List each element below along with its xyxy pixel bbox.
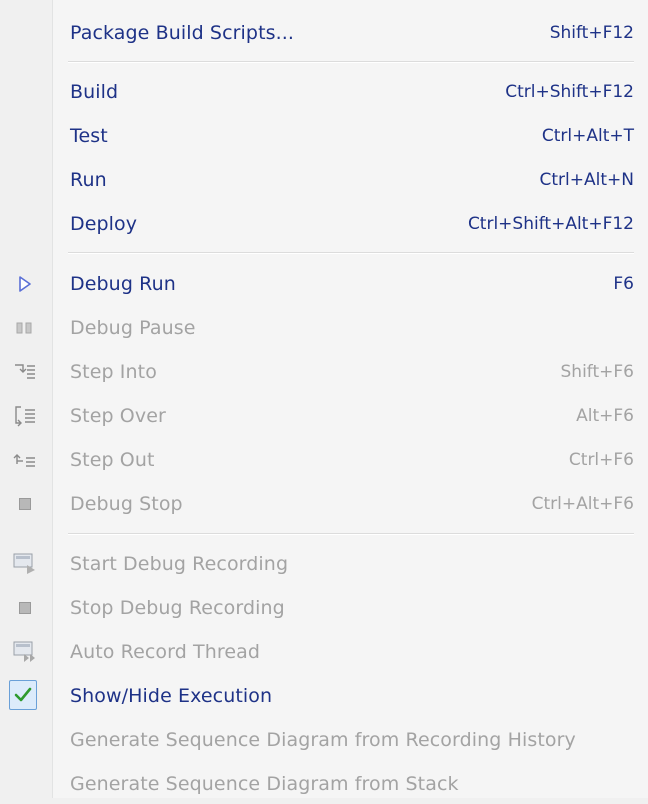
checkmark-box [9,679,37,710]
menu-item-shortcut: Ctrl+Shift+Alt+F12 [467,214,634,234]
menu-item-label: Show/Hide Execution [70,685,273,707]
menu-item-build[interactable]: Build Ctrl+Shift+F12 [0,72,648,112]
menu-separator [68,533,634,535]
stop-icon [13,492,37,516]
menu-item-label: Step Over [70,405,166,427]
menu-separator [68,252,634,254]
menu-item-show-hide-execution[interactable]: Show/Hide Execution [0,676,648,716]
menu-item-shortcut: Ctrl+Shift+F12 [505,82,634,102]
menu-item-label: Generate Sequence Diagram from Recording… [70,729,576,751]
menu-item-debug-pause[interactable]: Debug Pause [0,308,648,348]
menu-item-label: Debug Stop [70,493,183,515]
checkmark-icon [9,679,37,710]
menu-item-shortcut: Alt+F6 [576,406,634,426]
menu-item-label: Generate Sequence Diagram from Stack [70,773,459,795]
menu-item-label: Debug Run [70,273,176,295]
menu-item-start-debug-recording[interactable]: Start Debug Recording [0,544,648,584]
menu-item-test[interactable]: Test Ctrl+Alt+T [0,116,648,156]
menu-item-label: Debug Pause [70,317,196,339]
menu-item-label: Start Debug Recording [70,553,289,575]
step-out-icon [13,448,37,472]
menu-item-run[interactable]: Run Ctrl+Alt+N [0,160,648,200]
menu-item-label: Stop Debug Recording [70,597,285,619]
menu-item-step-out[interactable]: Step Out Ctrl+F6 [0,440,648,480]
menu-item-debug-run[interactable]: Debug Run F6 [0,264,648,304]
menu-item-generate-sequence-diagram-recording-history[interactable]: Generate Sequence Diagram from Recording… [0,720,648,760]
menu-item-shortcut: Ctrl+F6 [568,450,634,470]
menu-item-label: Package Build Scripts... [70,22,295,44]
menu-item-generate-sequence-diagram-stack[interactable]: Generate Sequence Diagram from Stack [0,764,648,804]
menu-item-label: Run [70,169,107,191]
menu-item-label: Deploy [70,213,138,235]
menu-item-shortcut: Ctrl+Alt+F6 [531,494,634,514]
menu-item-deploy[interactable]: Deploy Ctrl+Shift+Alt+F12 [0,204,648,244]
menu-item-debug-stop[interactable]: Debug Stop Ctrl+Alt+F6 [0,484,648,524]
pause-icon [13,316,37,340]
menu-item-auto-record-thread[interactable]: Auto Record Thread [0,632,648,672]
menu-item-label: Step Out [70,449,155,471]
menu-item-stop-debug-recording[interactable]: Stop Debug Recording [0,588,648,628]
menu-item-shortcut: Ctrl+Alt+N [539,170,634,190]
stop-icon [13,596,37,620]
menu-item-shortcut: Ctrl+Alt+T [541,126,634,146]
menu-item-shortcut: Shift+F12 [549,23,634,43]
menu-item-shortcut: Shift+F6 [560,362,634,382]
menu-item-label: Test [70,125,108,147]
step-over-icon [13,404,37,428]
menu-item-label: Auto Record Thread [70,641,261,663]
build-run-menu: Package Build Scripts... Shift+F12 Build… [0,0,648,798]
start-recording-icon [13,552,37,576]
menu-item-package-build-scripts[interactable]: Package Build Scripts... Shift+F12 [0,13,648,53]
menu-item-label: Step Into [70,361,157,383]
play-icon [13,272,37,296]
step-into-icon [13,360,37,384]
menu-item-step-over[interactable]: Step Over Alt+F6 [0,396,648,436]
auto-record-icon [13,640,37,664]
menu-item-label: Build [70,81,119,103]
menu-separator [68,61,634,63]
menu-item-step-into[interactable]: Step Into Shift+F6 [0,352,648,392]
menu-item-shortcut: F6 [613,274,634,294]
